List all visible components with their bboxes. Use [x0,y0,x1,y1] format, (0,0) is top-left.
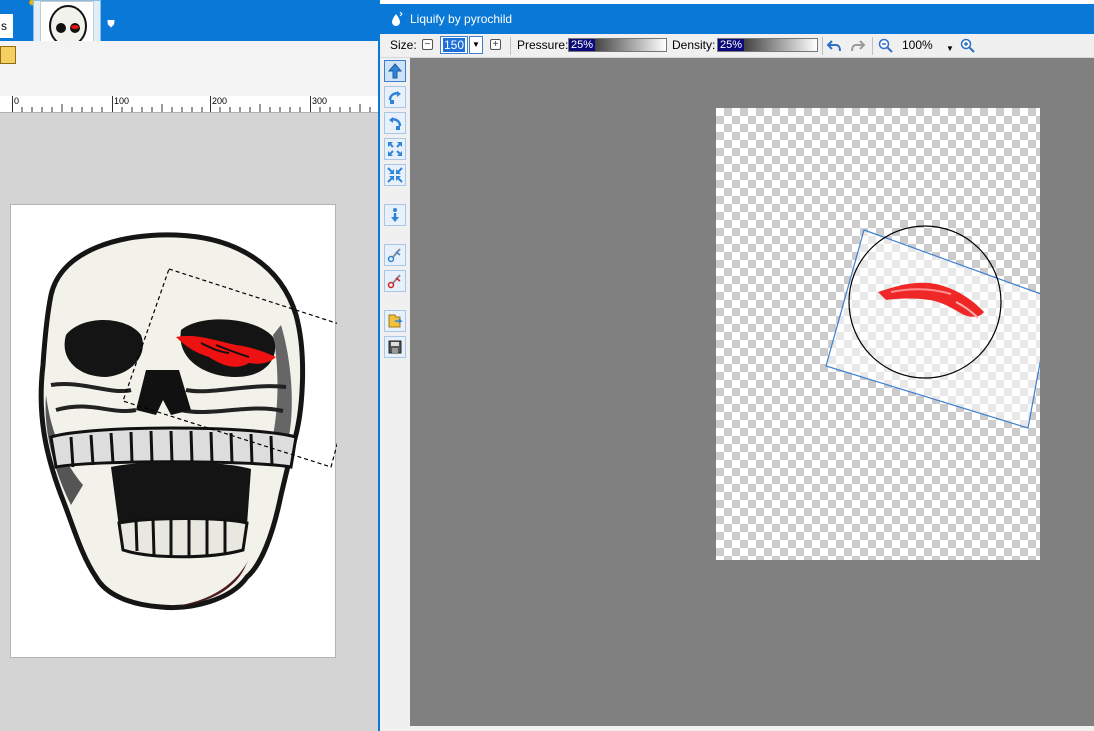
zoom-value[interactable]: 100% [902,38,933,53]
pressure-value: 25% [569,39,596,51]
shrink-tool-icon [387,167,403,183]
image-tab-label: s [1,19,7,33]
reconstruct-tool-icon [387,248,401,263]
image-tab-partial[interactable]: s [0,14,13,38]
twirl-cw-tool-button[interactable] [384,86,406,108]
push-tool-icon [387,63,403,79]
size-input[interactable]: 150 [440,36,468,54]
push-tool-button[interactable] [384,60,406,82]
zoom-dropdown-icon[interactable]: ▼ [946,41,954,56]
open-file-icon [388,314,403,328]
toolbar-separator [510,37,511,55]
image-canvas[interactable] [10,204,368,658]
twirl-ccw-tool-button[interactable] [384,112,406,134]
background-toolbar [0,41,379,96]
skull-image [38,232,368,611]
ruler-minor-ticks [21,104,371,112]
chevron-down-icon: ▼ [472,40,480,49]
shrink-tool-button[interactable] [384,164,406,186]
toolbar-separator [872,37,873,55]
expand-tool-button[interactable] [384,138,406,160]
move-down-tool-icon [391,208,399,222]
density-value: 25% [718,39,745,51]
size-label: Size: [390,38,417,52]
zoom-out-icon[interactable] [878,38,894,54]
toolbar-separator [822,37,823,55]
tools-sidebar [380,58,410,731]
open-file-button[interactable] [384,310,406,332]
reconstruct-tool-button[interactable] [384,244,406,266]
liquify-titlebar[interactable]: Liquify by pyrochild [380,4,1094,34]
droplet-icon [392,11,403,26]
size-increase-button[interactable]: + [490,39,501,50]
size-decrease-button[interactable]: − [422,39,433,50]
twirl-cw-tool-icon [388,91,401,104]
liquify-window: Liquify by pyrochild Size: − 150 ▼ + Pre… [378,0,1094,731]
expand-tool-icon [388,142,402,156]
tool-settings-icon[interactable] [0,46,16,64]
reconstruct-red-tool-button[interactable] [384,270,406,292]
undo-icon[interactable] [826,38,842,54]
density-slider[interactable]: 25% [717,38,818,52]
pressure-label: Pressure: [517,38,569,52]
liquify-toolbar: Size: − 150 ▼ + Pressure: 25% Density: 2… [380,34,1094,58]
zoom-in-icon[interactable] [960,38,976,54]
tab-list-dropdown-icon[interactable]: ⛊ [104,18,118,32]
canvas-bottom-edge [410,726,1094,731]
save-icon [388,340,402,354]
window-title: Liquify by pyrochild [410,12,513,26]
redo-icon[interactable] [850,38,866,54]
pressure-slider[interactable]: 25% [568,38,667,52]
twirl-ccw-tool-icon [389,117,402,130]
liquify-preview-overlay [825,225,1040,429]
horizontal-ruler: 0 100 200 300 [0,96,379,208]
size-dropdown-button[interactable]: ▼ [469,36,483,54]
save-button[interactable] [384,336,406,358]
reconstruct-red-tool-icon [387,274,401,289]
size-value: 150 [443,38,466,52]
move-down-tool-button[interactable] [384,204,406,226]
density-label: Density: [672,38,716,52]
